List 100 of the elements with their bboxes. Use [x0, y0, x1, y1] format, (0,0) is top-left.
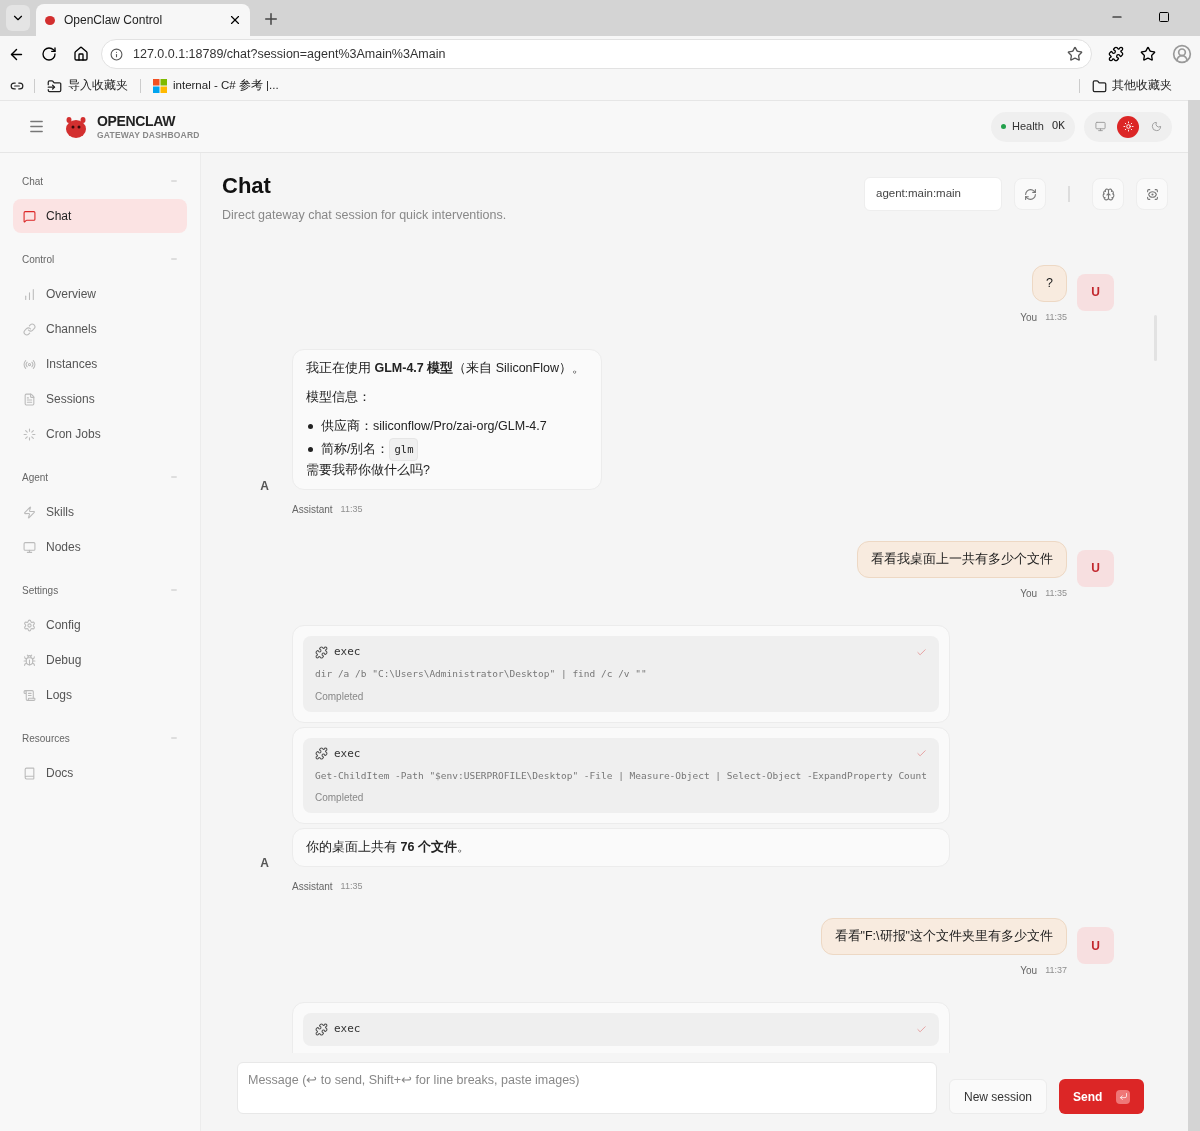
- bullet-icon: [308, 423, 313, 429]
- tab-title: OpenClaw Control: [64, 12, 164, 29]
- puzzle-icon: [315, 645, 328, 659]
- bookmark-folder[interactable]: 其他收藏夹: [1092, 77, 1172, 95]
- star-icon[interactable]: [1067, 46, 1083, 62]
- health-value: OK: [1051, 118, 1065, 135]
- page-title: Chat: [222, 172, 272, 200]
- monitor-icon: [1094, 121, 1106, 132]
- loader-icon: [23, 427, 36, 441]
- message-time: 11:35: [1045, 586, 1067, 600]
- focus-icon: [1145, 187, 1159, 201]
- nav-item[interactable]: Nodes: [13, 530, 187, 564]
- nav-group-title: Agent: [22, 470, 49, 485]
- nav-group-title: Settings: [22, 583, 59, 598]
- sender-name: Assistant: [292, 502, 333, 517]
- refresh-icon: [1023, 187, 1037, 201]
- moon-icon: [1150, 121, 1162, 132]
- sender-name: You: [1020, 586, 1038, 601]
- message-time: 11:37: [1045, 964, 1067, 977]
- message-text: 需要我帮你做什么吗?: [306, 461, 431, 479]
- list-item-text: 简称/别名：: [321, 440, 390, 458]
- message-text: ?: [1046, 274, 1053, 292]
- nav-item[interactable]: Instances: [13, 347, 187, 381]
- sun-icon: [1122, 121, 1134, 132]
- info-icon[interactable]: [110, 47, 123, 61]
- nav-item[interactable]: Logs: [13, 678, 187, 712]
- home-icon[interactable]: [73, 46, 89, 62]
- extensions-icon[interactable]: [1108, 46, 1124, 62]
- scroll-icon: [23, 688, 36, 702]
- tab-list-button[interactable]: [6, 5, 30, 31]
- message-text: 看看我桌面上一共有多少个文件: [871, 550, 1053, 568]
- nav-group-title: Chat: [22, 174, 44, 189]
- folder-import-icon: [47, 78, 62, 94]
- bookmark[interactable]: internal - C# 参考 |...: [151, 77, 281, 95]
- nav-item[interactable]: Chat: [13, 199, 187, 233]
- address-bar[interactable]: 127.0.0.1:18789/chat?session=agent%3Amain%3Amain: [101, 39, 1092, 69]
- message-input[interactable]: Message (↩ to send, Shift+↩ for line breaks, paste images): [237, 1062, 937, 1114]
- nav-item[interactable]: Debug: [13, 643, 187, 677]
- bug-icon: [23, 653, 36, 667]
- refresh-button[interactable]: [1014, 178, 1046, 210]
- nav-item[interactable]: Skills: [13, 495, 187, 529]
- browser-tab[interactable]: OpenClaw Control: [36, 4, 250, 36]
- sender-name: You: [1020, 310, 1038, 325]
- lightning-icon: [23, 505, 36, 519]
- nav-item[interactable]: Overview: [13, 277, 187, 311]
- nav-item[interactable]: Config: [13, 608, 187, 642]
- maximize-icon[interactable]: [1158, 11, 1170, 23]
- favicon-icon: [44, 14, 56, 26]
- enter-key-icon: [1116, 1089, 1131, 1104]
- tool-command: dir /a /b "C:\Users\Administrator\Desktop" | find /c /v "": [315, 667, 648, 682]
- bookmark[interactable]: 导入收藏夹: [45, 77, 130, 95]
- puzzle-icon: [315, 747, 328, 761]
- assistant-avatar: A: [260, 477, 269, 495]
- send-button[interactable]: Send: [1059, 1079, 1145, 1114]
- focus-mode-button[interactable]: [1136, 178, 1168, 210]
- book-icon: [23, 766, 36, 780]
- nav-item[interactable]: Docs: [13, 756, 187, 790]
- tool-status: Completed: [315, 791, 365, 806]
- bullet-icon: [308, 446, 313, 452]
- favorites-icon[interactable]: [1140, 46, 1156, 62]
- message-text: 你的桌面上共有 76 个文件。: [306, 839, 471, 857]
- gear-icon: [23, 618, 36, 632]
- message-time: 11:35: [340, 502, 363, 516]
- link-icon[interactable]: [10, 79, 24, 93]
- new-session-button[interactable]: New session: [949, 1079, 1048, 1114]
- tool-command: Get-ChildItem -Path "$env:USERPROFILE\Desktop" -File | Measure-Object | Select-Object -ExpandProperty Count: [315, 769, 927, 783]
- reload-icon[interactable]: [41, 46, 57, 62]
- message-text: 看看"F:\研报"这个文件夹里有多少文件: [834, 928, 1053, 946]
- chat-icon: [23, 209, 36, 223]
- tool-name: exec: [334, 643, 362, 660]
- brand-name: OPENCLAW: [97, 113, 177, 128]
- page-subtitle: Direct gateway chat session for quick interventions.: [222, 207, 507, 224]
- inline-code: glm: [389, 437, 419, 461]
- nav-item[interactable]: Channels: [13, 312, 187, 346]
- nav-item[interactable]: Cron Jobs: [13, 417, 187, 451]
- brain-icon: [1101, 187, 1115, 201]
- bar-chart-icon: [23, 287, 36, 301]
- new-tab-icon[interactable]: [262, 10, 280, 28]
- brand-subtitle: GATEWAY DASHBOARD: [97, 130, 200, 140]
- document-icon: [23, 392, 36, 406]
- session-field[interactable]: agent:main:main: [864, 177, 1002, 211]
- link-icon: [23, 322, 36, 336]
- windows-logo-icon: [153, 79, 167, 93]
- nav-group-title: Resources: [22, 731, 70, 746]
- monitor-icon: [23, 540, 36, 554]
- sender-name: You: [1020, 964, 1038, 979]
- nav-group-title: Control: [22, 252, 55, 267]
- close-icon[interactable]: [228, 13, 242, 27]
- user-avatar: U: [1077, 927, 1114, 965]
- nav-item[interactable]: Sessions: [13, 382, 187, 416]
- thinking-toggle-button[interactable]: [1092, 178, 1124, 210]
- folder-icon: [1092, 78, 1107, 94]
- message-time: 11:35: [340, 880, 363, 893]
- theme-button[interactable]: [1117, 115, 1139, 138]
- radio-icon: [23, 357, 36, 371]
- tool-name: exec: [334, 1021, 362, 1038]
- user-avatar: U: [1077, 273, 1114, 311]
- menu-icon[interactable]: [28, 118, 45, 135]
- profile-icon[interactable]: [1172, 44, 1192, 64]
- message-text: 我正在使用 GLM-4.7 模型（来自 SiliconFlow）。: [306, 359, 586, 377]
